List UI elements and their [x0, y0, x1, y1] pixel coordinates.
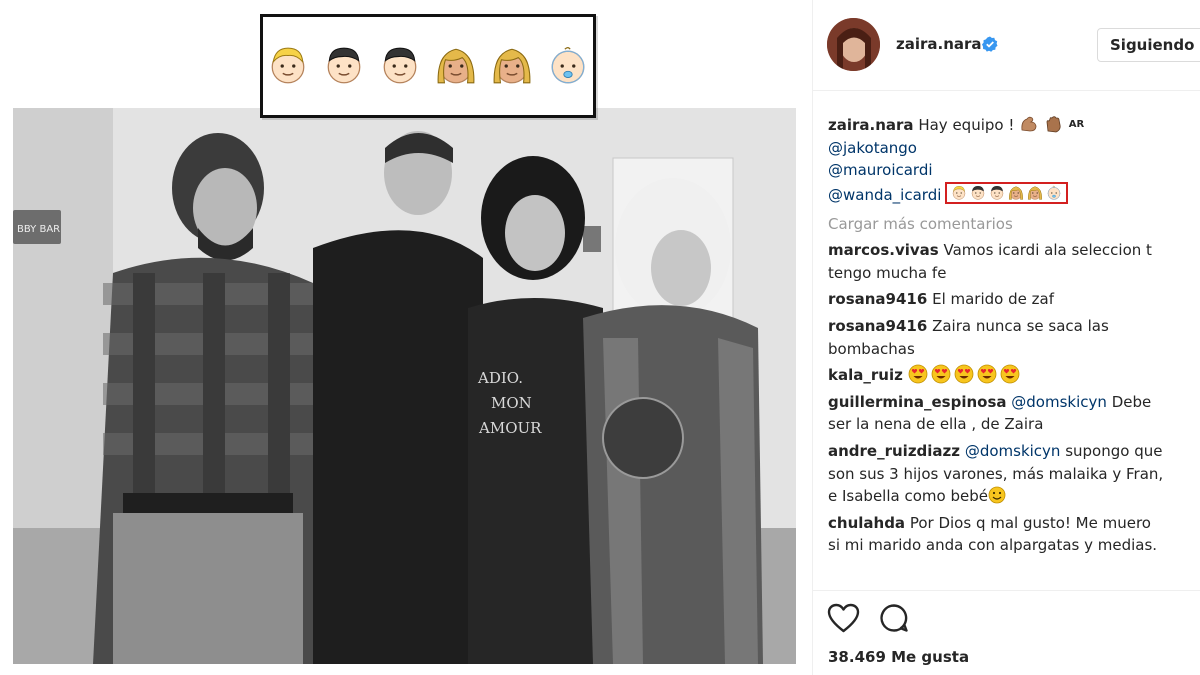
- post-details: zaira.nara Siguiendo zaira.nara Hay equi…: [813, 0, 1200, 675]
- like-heart-icon[interactable]: [827, 603, 860, 633]
- mention-mauroicardi[interactable]: @mauroicardi: [828, 161, 933, 179]
- blonde-girl-face-icon: [437, 48, 475, 84]
- comment-text: Por Dios q mal gusto! Me muero: [909, 513, 1151, 532]
- blonde-girl-face-icon: [1009, 186, 1024, 201]
- post-header: zaira.nara Siguiendo: [813, 0, 1200, 91]
- comment-text: son sus 3 hijos varones, más malaika y F…: [828, 464, 1164, 483]
- comment-username[interactable]: rosana9416: [828, 290, 927, 308]
- shirt-text-3: AMOUR: [478, 419, 542, 437]
- shirt-text-2: MON: [491, 394, 532, 412]
- comment-mention[interactable]: @domskicyn: [965, 442, 1061, 460]
- blond-boy-face-icon: [953, 186, 966, 201]
- post-photo[interactable]: BBY BAR ADIO. MON AMOUR: [13, 108, 796, 664]
- comment-text: tengo mucha fe: [828, 263, 947, 282]
- mention-jakotango[interactable]: @jakotango: [828, 139, 917, 157]
- comment-username[interactable]: rosana9416: [828, 317, 927, 335]
- raised-hand-icon: [1046, 115, 1061, 132]
- heart-eyes-icon: [931, 364, 950, 384]
- blonde-girl-face-icon: [1028, 186, 1043, 201]
- header-username[interactable]: zaira.nara: [896, 35, 982, 53]
- blonde-girl-face-icon: [493, 48, 531, 84]
- comment-item: marcos.vivas Vamos icardi ala seleccion …: [828, 239, 1200, 284]
- comment-text: e Isabella como bebé: [828, 487, 988, 506]
- heart-eyes-icon: [1000, 364, 1019, 384]
- comment-username[interactable]: chulahda: [828, 514, 905, 532]
- comment-item: andre_ruizdiazz @domskicyn supongo que s…: [828, 440, 1200, 508]
- comment-text: supongo que: [1065, 441, 1163, 460]
- comment-bubble-icon[interactable]: [879, 603, 909, 633]
- comment-item: rosana9416 El marido de zaf: [828, 288, 1200, 311]
- flag-text: AR: [1068, 119, 1085, 131]
- comments-list: zaira.nara Hay equipo ! AR @jakotango @m…: [828, 114, 1200, 557]
- caption-text: Hay equipo !: [918, 116, 1015, 134]
- load-more-comments-link[interactable]: Cargar más comentarios: [828, 213, 1200, 236]
- comment-text: Vamos icardi ala seleccion t: [943, 241, 1152, 260]
- verified-badge-icon: [982, 36, 998, 52]
- comment-username[interactable]: kala_ruiz: [828, 366, 903, 384]
- dark-hair-boy-face-icon: [327, 47, 361, 84]
- comment-text: El marido de zaf: [932, 290, 1054, 309]
- comment-text: si mi marido anda con alpargatas y media…: [828, 536, 1158, 555]
- following-button[interactable]: Siguiendo: [1097, 28, 1200, 62]
- emoji-highlight-box: [945, 182, 1069, 205]
- heart-eyes-icon: [977, 364, 996, 384]
- caption-username[interactable]: zaira.nara: [828, 116, 914, 134]
- dark-hair-boy-face-icon: [972, 186, 985, 201]
- comment-username[interactable]: andre_ruizdiazz: [828, 442, 960, 460]
- comment-username[interactable]: marcos.vivas: [828, 241, 939, 259]
- emoji-family-strip: [260, 14, 596, 118]
- likes-count[interactable]: 38.469 Me gusta: [828, 648, 969, 666]
- comment-item: guillermina_espinosa @domskicyn Debe ser…: [828, 391, 1200, 436]
- comment-text: Debe: [1111, 392, 1152, 411]
- comment-item: kala_ruiz: [828, 364, 1200, 387]
- comment-text: ser la nena de ella , de Zaira: [828, 415, 1044, 434]
- comment-text: Zaira nunca se saca las: [932, 316, 1109, 335]
- heart-eyes-icon: [954, 364, 973, 384]
- mention-wanda-icardi[interactable]: @wanda_icardi: [828, 186, 941, 204]
- heart-eyes-icon: [908, 364, 927, 384]
- avatar[interactable]: [827, 18, 880, 71]
- blond-boy-face-icon: [271, 47, 305, 84]
- comment-item: rosana9416 Zaira nunca se saca las bomba…: [828, 315, 1200, 360]
- photo-illustration: BBY BAR ADIO. MON AMOUR: [13, 108, 796, 664]
- shirt-text-1: ADIO.: [477, 369, 523, 387]
- baby-face-icon: [1048, 186, 1061, 201]
- dark-hair-boy-face-icon: [383, 47, 417, 84]
- comment-item: chulahda Por Dios q mal gusto! Me muero …: [828, 512, 1200, 557]
- actions-divider: [813, 590, 1200, 591]
- comment-mention[interactable]: @domskicyn: [1011, 393, 1107, 411]
- comment-username[interactable]: guillermina_espinosa: [828, 393, 1007, 411]
- heart-eyes-emoji-row: [908, 364, 1023, 384]
- smiling-face-icon: [988, 486, 1006, 504]
- caption-line: zaira.nara Hay equipo ! AR: [828, 114, 1200, 137]
- flexed-biceps-icon: [1021, 116, 1037, 131]
- photo-pane: BBY BAR ADIO. MON AMOUR: [0, 0, 812, 675]
- baby-face-icon: [551, 47, 585, 84]
- comment-text: bombachas: [828, 339, 915, 358]
- dark-hair-boy-face-icon: [991, 186, 1004, 201]
- bar-sign-text: BBY BAR: [17, 224, 60, 235]
